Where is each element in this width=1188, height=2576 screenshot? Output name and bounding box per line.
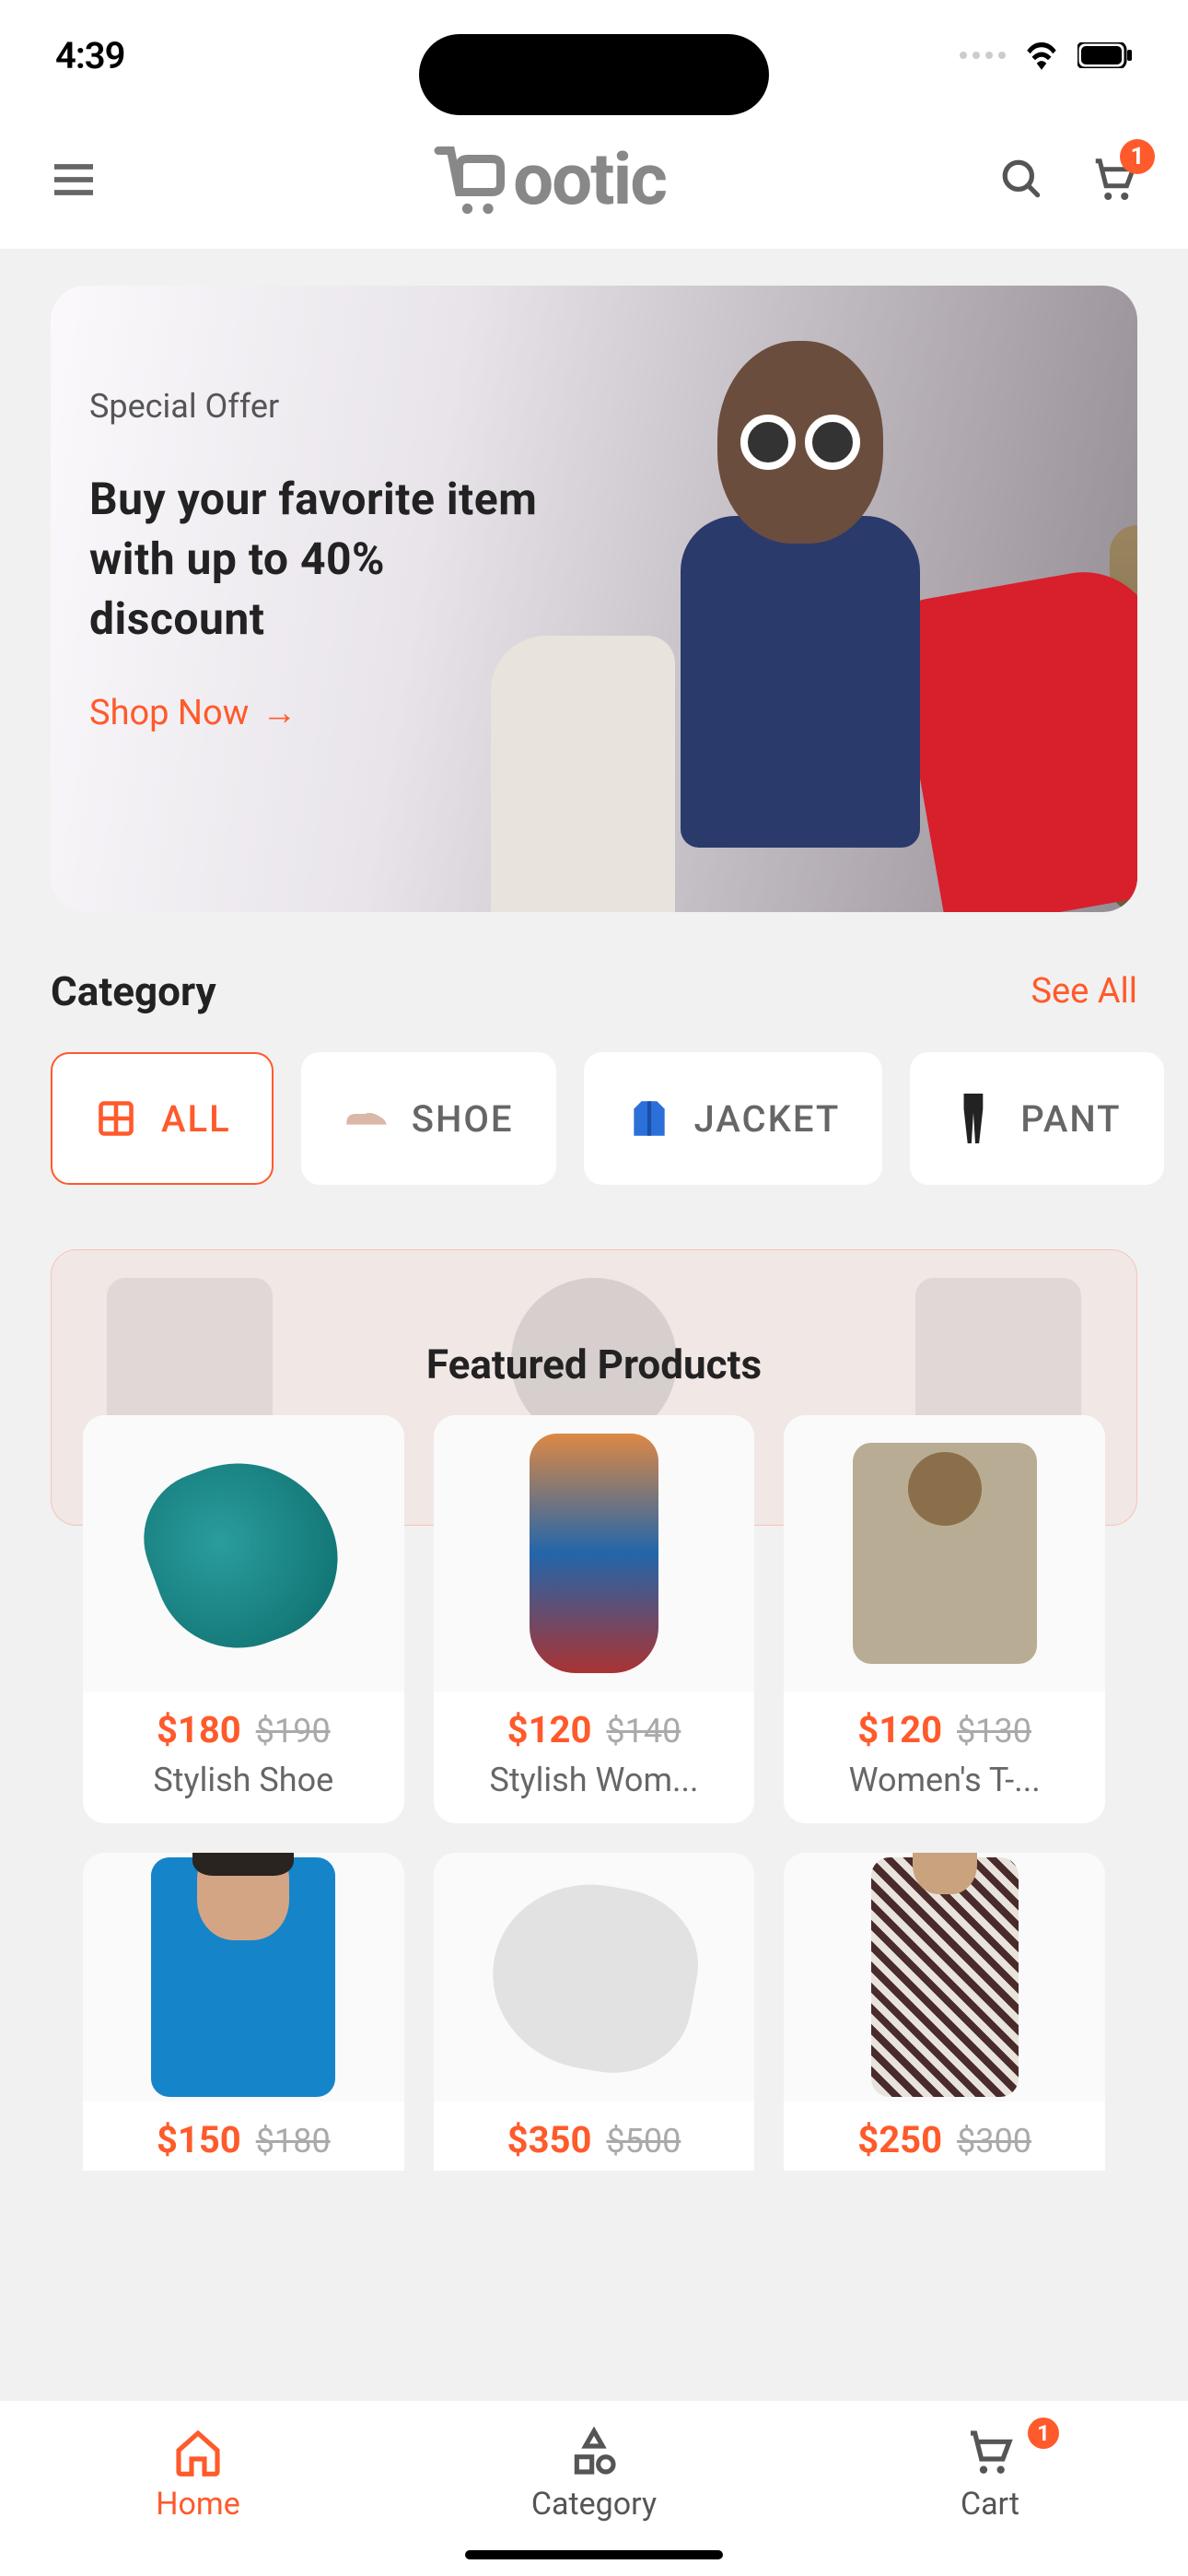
product-old-price: $500 (606, 2122, 681, 2160)
nav-label: Cart (961, 2486, 1019, 2523)
product-card[interactable]: $120 $140 Stylish Wom... (434, 1415, 755, 1823)
nav-home[interactable]: Home (0, 2401, 396, 2576)
product-old-price: $190 (256, 1712, 331, 1751)
product-image (83, 1853, 404, 2102)
category-label: JACKET (694, 1097, 841, 1141)
search-icon[interactable] (995, 152, 1050, 207)
product-grid: $180 $190 Stylish Shoe $120 $140 Stylish… (0, 1415, 1188, 1823)
product-card[interactable]: $150 $180 (83, 1853, 404, 2171)
banner-image (463, 286, 1137, 912)
product-old-price: $300 (957, 2122, 1031, 2160)
banner-cta-label: Shop Now (89, 693, 249, 733)
status-time: 4:39 (55, 34, 124, 77)
cart-icon (964, 2427, 1016, 2478)
category-pant[interactable]: PANT (910, 1052, 1163, 1185)
status-icons (960, 41, 1133, 70)
category-label: ALL (161, 1097, 231, 1141)
status-bar: 4:39 (0, 0, 1188, 111)
category-jacket[interactable]: JACKET (584, 1052, 883, 1185)
nav-label: Category (531, 2486, 657, 2523)
product-price: $180 (157, 1708, 241, 1751)
nav-label: Home (156, 2486, 240, 2523)
category-section-header: Category See All (0, 912, 1188, 1052)
category-list[interactable]: ALL SHOE JACKET PANT (0, 1052, 1188, 1185)
product-name: Stylish Wom... (454, 1761, 735, 1799)
featured-title: Featured Products (52, 1341, 1136, 1388)
product-price: $120 (857, 1708, 942, 1751)
cart-button[interactable]: 1 (1087, 152, 1142, 207)
product-old-price: $180 (256, 2122, 331, 2160)
category-icon (568, 2427, 620, 2478)
logo-cart-icon (430, 138, 513, 221)
shoe-icon (344, 1095, 390, 1142)
nav-cart[interactable]: 1 Cart (792, 2401, 1188, 2576)
grid-icon (93, 1095, 139, 1142)
product-card[interactable]: $120 $130 Women's T-... (784, 1415, 1105, 1823)
category-all[interactable]: ALL (51, 1052, 274, 1185)
home-indicator[interactable] (465, 2550, 723, 2559)
cart-badge: 1 (1120, 139, 1155, 174)
product-image (83, 1415, 404, 1692)
arrow-right-icon: → (262, 693, 297, 733)
logo-text: ootic (513, 138, 666, 222)
home-icon (172, 2427, 224, 2478)
dynamic-island (419, 34, 769, 115)
product-name: Women's T-... (804, 1761, 1085, 1799)
product-image (784, 1415, 1105, 1692)
product-price: $250 (857, 2118, 942, 2161)
product-card[interactable]: $180 $190 Stylish Shoe (83, 1415, 404, 1823)
app-logo: ootic (101, 138, 995, 222)
cellular-dots-icon (960, 52, 1006, 59)
product-price: $150 (157, 2118, 241, 2161)
product-name: Stylish Shoe (103, 1761, 384, 1799)
promo-banner[interactable]: Special Offer Buy your favorite item wit… (51, 286, 1137, 912)
product-card[interactable]: $250 $300 (784, 1853, 1105, 2171)
category-heading: Category (51, 967, 216, 1015)
category-shoe[interactable]: SHOE (301, 1052, 556, 1185)
product-card[interactable]: $350 $500 (434, 1853, 755, 2171)
wifi-icon (1022, 41, 1061, 70)
content-scroll[interactable]: Special Offer Buy your favorite item wit… (0, 249, 1188, 2401)
product-price: $120 (507, 1708, 592, 1751)
category-label: PANT (1020, 1097, 1121, 1141)
battery-icon (1077, 42, 1133, 68)
product-image (434, 1415, 755, 1692)
nav-cart-badge: 1 (1028, 2418, 1059, 2449)
product-old-price: $140 (606, 1712, 681, 1751)
product-grid: $150 $180 $350 $500 $250 $300 (0, 1853, 1188, 2171)
product-image (784, 1853, 1105, 2102)
menu-icon[interactable] (46, 152, 101, 207)
product-price: $350 (507, 2118, 592, 2161)
product-old-price: $130 (957, 1712, 1031, 1751)
jacket-icon (626, 1095, 672, 1142)
pant-icon (952, 1095, 998, 1142)
product-image (434, 1853, 755, 2102)
category-label: SHOE (412, 1097, 514, 1141)
see-all-link[interactable]: See All (1031, 971, 1137, 1012)
app-header: ootic 1 (0, 111, 1188, 249)
